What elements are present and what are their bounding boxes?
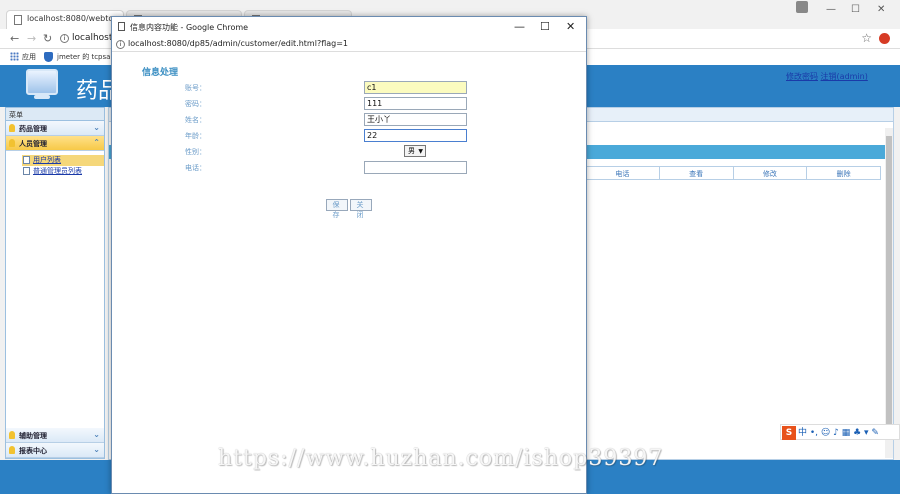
extension-icon[interactable] bbox=[879, 33, 890, 44]
sidebar: 菜单 药品管理 ⌄ 人员管理 ⌃ 用户列表 普通管理员列表 辅助管理 ⌄ 报表中… bbox=[5, 107, 105, 459]
star-icon[interactable]: ☆ bbox=[861, 31, 872, 45]
reload-icon[interactable]: ↻ bbox=[43, 32, 52, 45]
modify-password-link[interactable]: 修改密码 bbox=[786, 72, 818, 81]
popup-address-bar[interactable]: i localhost:8080/dp85/admin/customer/edi… bbox=[112, 37, 586, 52]
table-header: 电话 查看 修改 删除 bbox=[585, 166, 881, 180]
chevron-down-icon: ⌄ bbox=[93, 123, 100, 132]
save-button[interactable]: 保 存 bbox=[326, 199, 348, 219]
popup-title: 信息内容功能 - Google Chrome bbox=[130, 23, 249, 32]
password-label: 密码： bbox=[185, 100, 206, 108]
user-profile-icon[interactable] bbox=[796, 1, 808, 13]
document-icon bbox=[23, 156, 30, 164]
form-row-age: 年龄： bbox=[112, 129, 586, 144]
user-links: 修改密码 注销(admin) bbox=[786, 71, 868, 82]
popup-minimize-icon[interactable]: — bbox=[514, 20, 525, 33]
form-row-name: 姓名： bbox=[112, 113, 586, 128]
chevron-up-icon: ⌃ bbox=[93, 138, 100, 147]
document-icon bbox=[23, 167, 30, 175]
column-header-delete: 删除 bbox=[836, 170, 851, 178]
gender-select[interactable]: 男 ▼ bbox=[404, 145, 426, 157]
sidebar-title: 菜单 bbox=[6, 108, 104, 121]
form-row-phone: 电话： bbox=[112, 161, 586, 176]
vertical-scrollbar[interactable] bbox=[885, 128, 893, 458]
info-icon: i bbox=[116, 40, 125, 49]
name-input[interactable] bbox=[364, 113, 467, 126]
info-icon: i bbox=[60, 34, 69, 43]
form-heading: 信息处理 bbox=[142, 68, 179, 78]
form-row-password: 密码： bbox=[112, 97, 586, 112]
maximize-icon[interactable]: ☐ bbox=[851, 4, 860, 15]
close-button[interactable]: 关 闭 bbox=[350, 199, 372, 219]
account-label: 账号： bbox=[185, 84, 206, 92]
popup-window: 信息内容功能 - Google Chrome — ☐ ✕ i localhost… bbox=[111, 16, 587, 494]
sidebar-group-people[interactable]: 人员管理 ⌃ bbox=[6, 136, 104, 151]
phone-label: 电话： bbox=[185, 164, 206, 172]
sidebar-group-reports[interactable]: 报表中心 ⌄ bbox=[6, 443, 104, 458]
ime-toolbar[interactable]: S中 •, ☺ ♪ ▦ ♣ ▾ ✎ bbox=[780, 424, 900, 440]
form-row-gender: 性别： 男 ▼ bbox=[112, 145, 586, 160]
bulb-icon bbox=[9, 431, 15, 439]
bookmark-jmeter[interactable]: jmeter 的 tcpsa bbox=[57, 52, 110, 62]
column-header-view: 查看 bbox=[660, 167, 734, 179]
submenu: 用户列表 普通管理员列表 bbox=[6, 151, 104, 431]
watermark: https://www.huzhan.com/ishop39397 bbox=[218, 446, 664, 471]
account-input[interactable] bbox=[364, 81, 467, 94]
bulb-icon bbox=[9, 446, 15, 454]
chevron-down-icon: ⌄ bbox=[93, 430, 100, 439]
apps-icon[interactable] bbox=[10, 52, 19, 61]
sidebar-bottom: 辅助管理 ⌄ 报表中心 ⌄ bbox=[6, 428, 104, 458]
monitor-base bbox=[34, 95, 50, 99]
scrollbar-thumb[interactable] bbox=[886, 136, 892, 426]
phone-input[interactable] bbox=[364, 161, 467, 174]
name-label: 姓名： bbox=[185, 116, 206, 124]
sidebar-item-user-list[interactable]: 用户列表 bbox=[22, 155, 104, 166]
password-input[interactable] bbox=[364, 97, 467, 110]
sidebar-group-aux[interactable]: 辅助管理 ⌄ bbox=[6, 428, 104, 443]
column-header-phone: 电话 bbox=[586, 167, 660, 179]
bulb-icon bbox=[9, 124, 15, 132]
back-icon[interactable]: ← bbox=[10, 32, 19, 45]
form-row-account: 账号： bbox=[112, 81, 586, 96]
sidebar-group-drugs[interactable]: 药品管理 ⌄ bbox=[6, 121, 104, 136]
monitor-logo-icon bbox=[26, 69, 58, 95]
sogou-icon[interactable]: S bbox=[782, 426, 796, 440]
logout-link[interactable]: 注销(admin) bbox=[821, 72, 868, 81]
dropdown-arrow-icon: ▼ bbox=[418, 148, 423, 155]
browser-tab[interactable]: localhost:8080/webto bbox=[6, 10, 124, 29]
minimize-icon[interactable]: — bbox=[826, 4, 836, 15]
sidebar-item-admin-list[interactable]: 普通管理员列表 bbox=[22, 166, 104, 177]
column-header-edit: 修改 bbox=[734, 167, 808, 179]
document-icon bbox=[118, 22, 125, 31]
document-icon bbox=[14, 15, 22, 25]
close-icon[interactable]: ✕ bbox=[877, 4, 885, 15]
bookmark-apps[interactable]: 应用 bbox=[22, 52, 36, 62]
chevron-down-icon: ⌄ bbox=[93, 445, 100, 454]
popup-close-icon[interactable]: ✕ bbox=[566, 20, 575, 33]
address-bar[interactable]: i localhost bbox=[58, 31, 118, 47]
shield-icon bbox=[44, 52, 53, 62]
forward-icon[interactable]: → bbox=[27, 32, 36, 45]
age-input[interactable] bbox=[364, 129, 467, 142]
bulb-icon bbox=[9, 139, 15, 147]
age-label: 年龄： bbox=[185, 132, 206, 140]
gender-label: 性别： bbox=[185, 148, 206, 156]
popup-maximize-icon[interactable]: ☐ bbox=[540, 20, 550, 33]
popup-titlebar: 信息内容功能 - Google Chrome — ☐ ✕ bbox=[112, 17, 586, 37]
